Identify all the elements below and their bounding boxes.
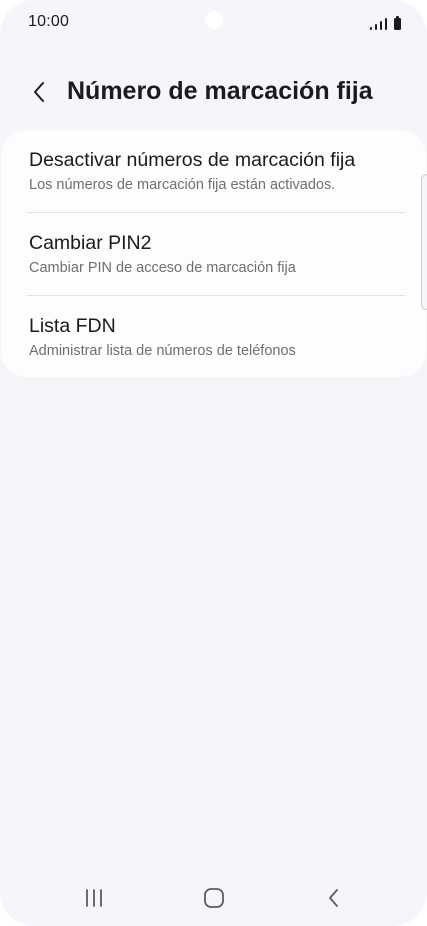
phone-screen: 10:00 Número de marcación fija Desactiva… bbox=[0, 0, 427, 926]
list-item-change-pin2[interactable]: Cambiar PIN2 Cambiar PIN de acceso de ma… bbox=[1, 213, 426, 295]
settings-card: Desactivar números de marcación fija Los… bbox=[1, 130, 426, 377]
list-item-disable-fdn[interactable]: Desactivar números de marcación fija Los… bbox=[1, 130, 426, 212]
list-item-subtitle: Administrar lista de números de teléfono… bbox=[29, 343, 296, 359]
recent-apps-button[interactable] bbox=[64, 870, 124, 926]
back-button[interactable] bbox=[20, 72, 58, 112]
list-item-title: Desactivar números de marcación fija bbox=[29, 149, 356, 171]
signal-icon bbox=[375, 24, 377, 30]
signal-icon bbox=[380, 21, 382, 30]
header: Número de marcación fija bbox=[0, 66, 427, 118]
chevron-left-icon bbox=[34, 82, 44, 102]
home-icon bbox=[204, 888, 224, 908]
recent-apps-icon bbox=[86, 889, 102, 907]
list-item-title: Lista FDN bbox=[29, 315, 116, 337]
status-time: 10:00 bbox=[28, 13, 70, 30]
status-icons bbox=[370, 14, 401, 30]
scrollbar[interactable] bbox=[421, 174, 427, 310]
nav-back-button[interactable] bbox=[304, 870, 364, 926]
navigation-bar bbox=[0, 870, 427, 926]
list-item-subtitle: Cambiar PIN de acceso de marcación fija bbox=[29, 260, 296, 276]
list-item-fdn-list[interactable]: Lista FDN Administrar lista de números d… bbox=[1, 296, 426, 377]
signal-icon bbox=[370, 27, 372, 30]
list-item-subtitle: Los números de marcación fija están acti… bbox=[29, 177, 336, 193]
list-item-title: Cambiar PIN2 bbox=[29, 232, 152, 254]
back-icon bbox=[329, 889, 338, 907]
signal-icon bbox=[385, 18, 387, 30]
status-bar: 10:00 bbox=[0, 0, 427, 46]
home-button[interactable] bbox=[184, 870, 244, 926]
front-camera bbox=[205, 11, 223, 29]
battery-icon bbox=[394, 16, 401, 30]
page-title: Número de marcación fija bbox=[67, 77, 373, 105]
